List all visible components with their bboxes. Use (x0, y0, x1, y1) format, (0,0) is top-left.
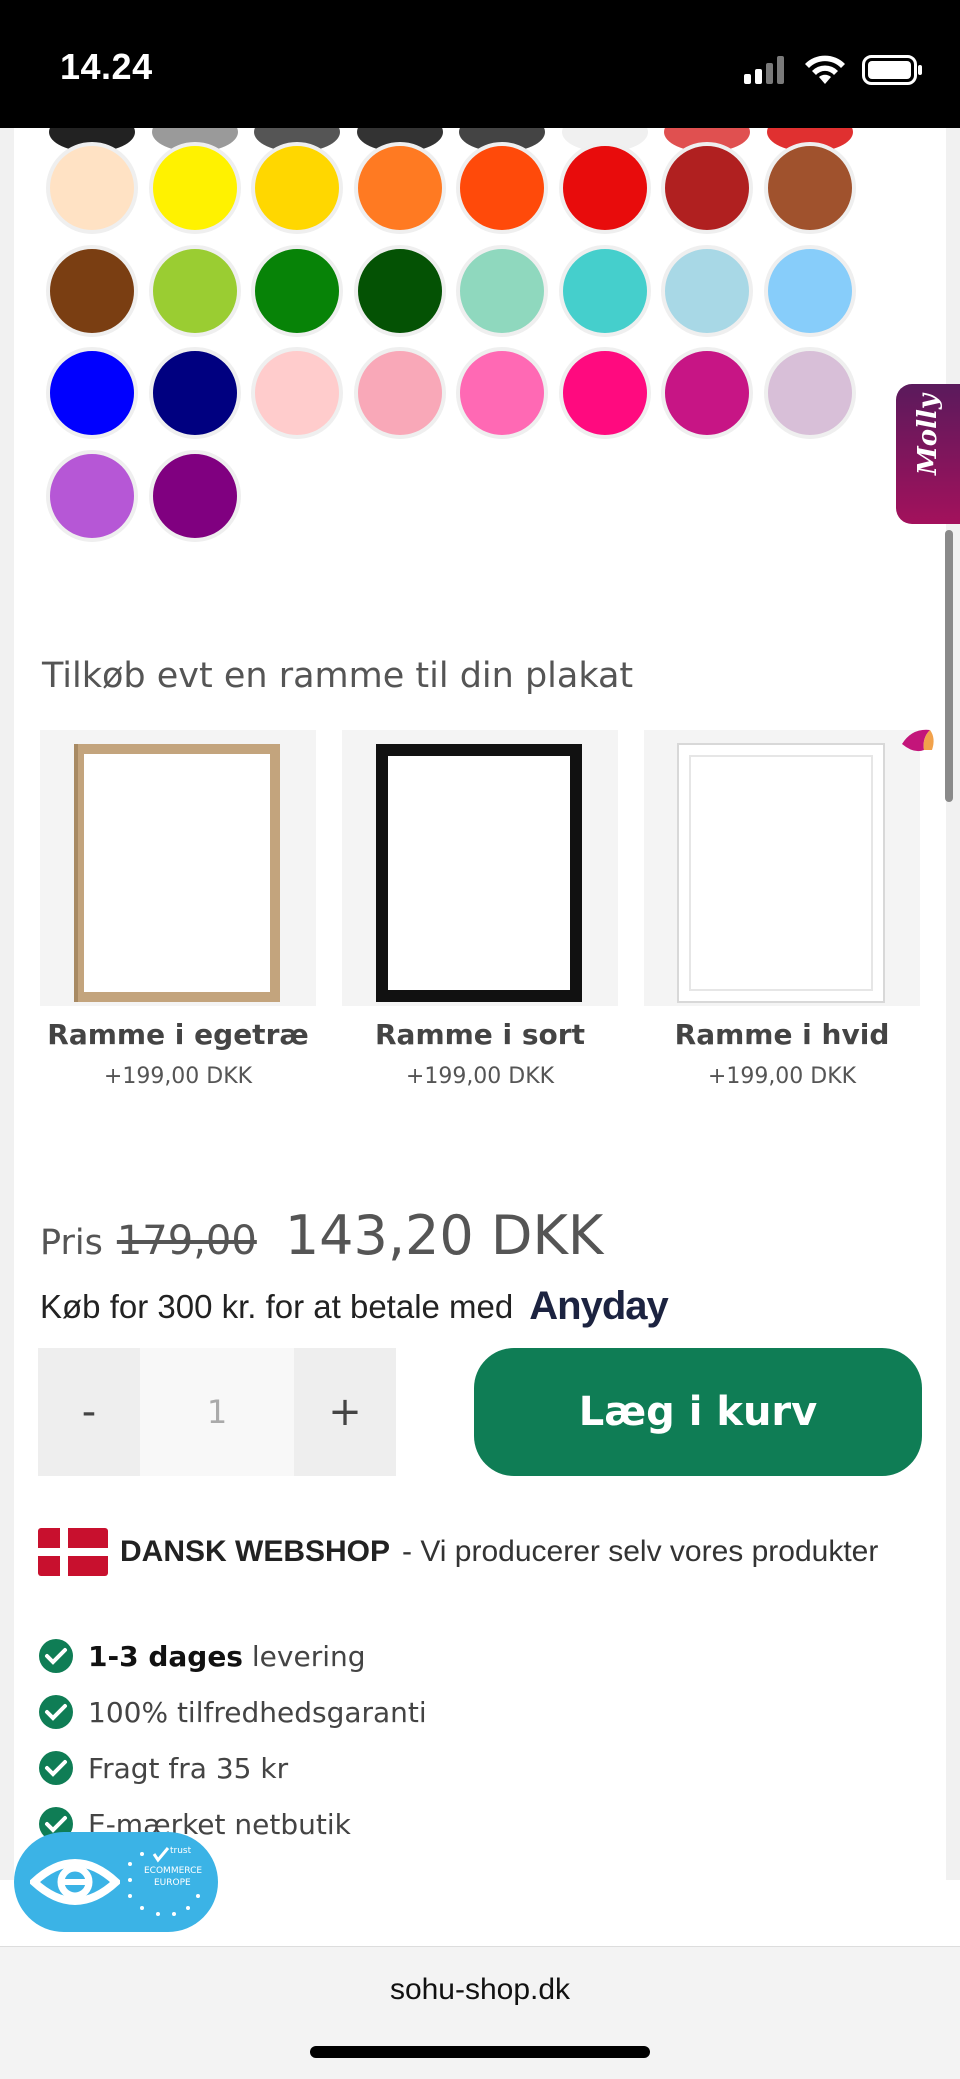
dansk-webshop-strong: DANSK WEBSHOP (120, 1535, 391, 1568)
color-swatch[interactable] (148, 142, 241, 234)
home-indicator[interactable] (310, 2046, 650, 2058)
anyday-logo[interactable]: Anyday (529, 1284, 668, 1329)
frames-section-title: Tilkøb evt en ramme til din plakat (42, 656, 634, 696)
color-swatch[interactable] (456, 142, 548, 234)
frame-card-oak[interactable]: Ramme i egetræ +199,00 DKK (40, 730, 316, 1090)
frame-card-white[interactable]: Ramme i hvid +199,00 DKK (644, 730, 920, 1090)
check-circle-icon (39, 1751, 73, 1785)
usp-text: 100% tilfredhedsgaranti (88, 1695, 427, 1729)
frame-name: Ramme i egetræ (47, 1018, 309, 1051)
trust-label-3: EUROPE (154, 1878, 191, 1888)
color-swatch[interactable] (251, 347, 343, 439)
frame-card-black[interactable]: Ramme i sort +199,00 DKK (342, 730, 618, 1090)
color-swatch[interactable] (251, 142, 343, 234)
frame-price: +199,00 DKK (707, 1064, 857, 1089)
molly-chat-tab[interactable]: Molly (896, 384, 960, 524)
color-swatch[interactable] (456, 244, 548, 337)
product-page[interactable]: Tilkøb evt en ramme til din plakat Ramme… (14, 128, 946, 1880)
color-swatch[interactable] (661, 244, 753, 337)
color-swatch[interactable] (353, 142, 446, 234)
frame-image-white (644, 730, 920, 1006)
color-swatch[interactable] (661, 142, 753, 234)
color-swatch[interactable] (46, 347, 138, 439)
dansk-webshop-row: DANSK WEBSHOP - Vi producerer selv vores… (38, 1528, 878, 1576)
anyday-row: Køb for 300 kr. for at betale med Anyday (40, 1284, 669, 1329)
wifi-icon (805, 55, 845, 84)
danish-flag-icon (38, 1528, 108, 1576)
signal-icon (744, 56, 784, 84)
color-swatch[interactable] (251, 244, 343, 337)
frame-name: Ramme i hvid (674, 1018, 890, 1051)
color-swatch[interactable] (353, 244, 446, 337)
color-swatch[interactable] (558, 347, 651, 439)
usp-item: Fragt fra 35 kr (38, 1740, 427, 1796)
browser-url-bar[interactable]: sohu-shop.dk (0, 1946, 960, 2079)
status-bar: 14.24 (0, 0, 960, 128)
frames-list: Ramme i egetræ +199,00 DKK Ramme i sort … (40, 729, 940, 1090)
color-swatch[interactable] (558, 142, 651, 234)
color-swatch[interactable] (148, 449, 241, 542)
battery-icon (862, 55, 922, 85)
color-swatch[interactable] (661, 347, 753, 439)
page-gutter-left (0, 128, 14, 1880)
trust-label-1: trust (170, 1846, 192, 1856)
color-swatch[interactable] (46, 244, 138, 337)
color-swatch[interactable] (558, 244, 651, 337)
color-swatch[interactable] (46, 142, 138, 234)
check-circle-icon (39, 1695, 73, 1729)
quantity-minus-button[interactable]: - (38, 1348, 140, 1476)
color-swatch[interactable] (763, 142, 856, 234)
frame-image-oak (40, 730, 316, 1006)
molly-bird-icon (902, 729, 934, 752)
molly-label: Molly (913, 394, 943, 475)
color-swatch[interactable] (763, 244, 856, 337)
usp-text: Fragt fra 35 kr (88, 1751, 289, 1785)
url-text[interactable]: sohu-shop.dk (0, 1973, 960, 2007)
quantity-plus-button[interactable]: + (294, 1348, 396, 1476)
price-label: Pris (40, 1223, 103, 1263)
frame-price: +199,00 DKK (405, 1064, 555, 1089)
page-scrollbar[interactable] (945, 530, 953, 802)
frame-image-black (342, 730, 618, 1006)
color-swatch[interactable] (148, 347, 241, 439)
frame-name: Ramme i sort (375, 1018, 585, 1051)
color-swatch[interactable] (46, 449, 138, 542)
price-old: 179,00 (116, 1218, 257, 1264)
emaerket-badge[interactable]: trust ECOMMERCE EUROPE (14, 1832, 218, 1932)
price-new: 143,20 DKK (284, 1204, 604, 1267)
usp-bold: 1-3 dages (88, 1639, 243, 1673)
price-row: Pris 179,00 143,20 DKK (40, 1204, 603, 1274)
trust-label-2: ECOMMERCE (144, 1866, 203, 1876)
color-swatch[interactable] (763, 347, 856, 439)
check-circle-icon (39, 1639, 73, 1673)
dansk-webshop-text: - Vi producerer selv vores produkter (402, 1535, 879, 1568)
usp-text: levering (242, 1639, 366, 1673)
quantity-stepper: - + (38, 1348, 422, 1476)
status-time: 14.24 (60, 46, 153, 87)
usp-list: 1-3 dages levering 100% tilfredhedsgaran… (38, 1628, 427, 1852)
color-swatch[interactable] (353, 347, 446, 439)
quantity-input[interactable] (140, 1348, 294, 1476)
usp-item: 100% tilfredhedsgaranti (38, 1684, 427, 1740)
add-to-cart-button[interactable]: Læg i kurv (474, 1348, 922, 1476)
color-swatch[interactable] (148, 244, 241, 337)
color-swatch[interactable] (456, 347, 548, 439)
frame-price: +199,00 DKK (103, 1064, 253, 1089)
anyday-text: Køb for 300 kr. for at betale med (40, 1287, 514, 1325)
emaerket-eye-icon (30, 1859, 120, 1905)
status-icons (744, 52, 924, 88)
usp-item: 1-3 dages levering (38, 1628, 427, 1684)
